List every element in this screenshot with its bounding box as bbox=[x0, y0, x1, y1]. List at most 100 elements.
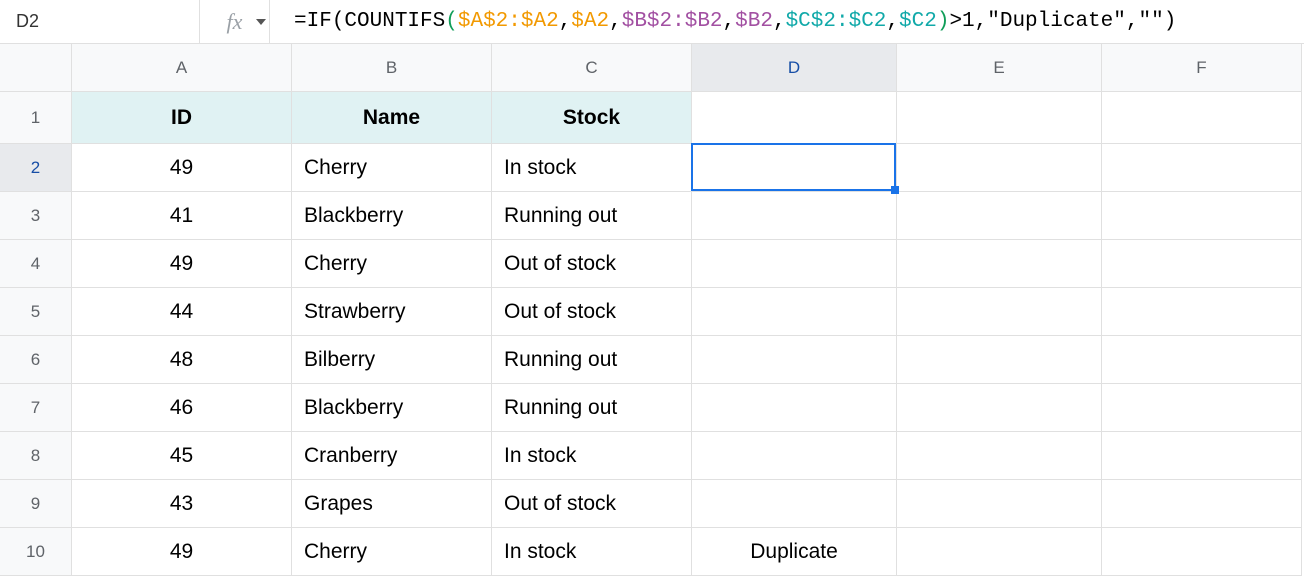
cell-E8[interactable] bbox=[897, 432, 1102, 480]
row-header-8[interactable]: 8 bbox=[0, 432, 72, 480]
column-header-A[interactable]: A bbox=[72, 44, 292, 92]
cell-E4[interactable] bbox=[897, 240, 1102, 288]
fx-icon: fx bbox=[227, 9, 243, 35]
cell-A4[interactable]: 49 bbox=[72, 240, 292, 288]
row-header-4[interactable]: 4 bbox=[0, 240, 72, 288]
formula-token: , bbox=[723, 10, 736, 33]
formula-token: , bbox=[559, 10, 572, 33]
cell-F9[interactable] bbox=[1102, 480, 1302, 528]
formula-token: ( bbox=[332, 10, 345, 33]
cell-F6[interactable] bbox=[1102, 336, 1302, 384]
column-header-B[interactable]: B bbox=[292, 44, 492, 92]
row-header-10[interactable]: 10 bbox=[0, 528, 72, 576]
cell-B6[interactable]: Bilberry bbox=[292, 336, 492, 384]
cell-F7[interactable] bbox=[1102, 384, 1302, 432]
cell-C9[interactable]: Out of stock bbox=[492, 480, 692, 528]
row-header-1[interactable]: 1 bbox=[0, 92, 72, 144]
cell-E2[interactable] bbox=[897, 144, 1102, 192]
cell-F5[interactable] bbox=[1102, 288, 1302, 336]
cell-B10[interactable]: Cherry bbox=[292, 528, 492, 576]
cell-E7[interactable] bbox=[897, 384, 1102, 432]
formula-token: $A$2:$A2 bbox=[458, 10, 559, 33]
fx-label-container: fx bbox=[200, 0, 270, 43]
cell-C5[interactable]: Out of stock bbox=[492, 288, 692, 336]
row-header-5[interactable]: 5 bbox=[0, 288, 72, 336]
cell-D8[interactable] bbox=[692, 432, 897, 480]
cell-B9[interactable]: Grapes bbox=[292, 480, 492, 528]
cell-E5[interactable] bbox=[897, 288, 1102, 336]
cell-D4[interactable] bbox=[692, 240, 897, 288]
row-header-7[interactable]: 7 bbox=[0, 384, 72, 432]
cell-C7[interactable]: Running out bbox=[492, 384, 692, 432]
cell-D10[interactable]: Duplicate bbox=[692, 528, 897, 576]
cell-A3[interactable]: 41 bbox=[72, 192, 292, 240]
formula-token: ) bbox=[937, 10, 950, 33]
formula-token: , bbox=[609, 10, 622, 33]
cell-D6[interactable] bbox=[692, 336, 897, 384]
select-all-corner[interactable] bbox=[0, 44, 72, 92]
cell-F3[interactable] bbox=[1102, 192, 1302, 240]
cell-B5[interactable]: Strawberry bbox=[292, 288, 492, 336]
cell-D5[interactable] bbox=[692, 288, 897, 336]
column-header-D[interactable]: D bbox=[692, 44, 897, 92]
row-header-6[interactable]: 6 bbox=[0, 336, 72, 384]
cell-A1[interactable]: ID bbox=[72, 92, 292, 144]
cell-E6[interactable] bbox=[897, 336, 1102, 384]
cell-E9[interactable] bbox=[897, 480, 1102, 528]
cell-A8[interactable]: 45 bbox=[72, 432, 292, 480]
formula-token: $A2 bbox=[571, 10, 609, 33]
cell-B1[interactable]: Name bbox=[292, 92, 492, 144]
cell-D3[interactable] bbox=[692, 192, 897, 240]
cell-C6[interactable]: Running out bbox=[492, 336, 692, 384]
formula-bar: fx =IF(COUNTIFS($A$2:$A2,$A2,$B$2:$B2,$B… bbox=[0, 0, 1304, 44]
formula-token: $B2 bbox=[735, 10, 773, 33]
cell-D2[interactable] bbox=[692, 144, 897, 192]
formula-token: $C2 bbox=[899, 10, 937, 33]
spreadsheet-grid: ABCDEF 1IDNameStock249CherryIn stock341B… bbox=[0, 44, 1304, 576]
cell-F2[interactable] bbox=[1102, 144, 1302, 192]
cell-B3[interactable]: Blackberry bbox=[292, 192, 492, 240]
cell-D7[interactable] bbox=[692, 384, 897, 432]
cell-A7[interactable]: 46 bbox=[72, 384, 292, 432]
cell-F4[interactable] bbox=[1102, 240, 1302, 288]
formula-token: , bbox=[773, 10, 786, 33]
formula-token: >1,"Duplicate","" bbox=[949, 10, 1163, 33]
name-box-container[interactable] bbox=[0, 0, 200, 43]
cell-C8[interactable]: In stock bbox=[492, 432, 692, 480]
column-header-E[interactable]: E bbox=[897, 44, 1102, 92]
cell-D1[interactable] bbox=[692, 92, 897, 144]
cell-C4[interactable]: Out of stock bbox=[492, 240, 692, 288]
column-header-F[interactable]: F bbox=[1102, 44, 1302, 92]
formula-token: =IF bbox=[294, 10, 332, 33]
cell-D9[interactable] bbox=[692, 480, 897, 528]
cell-A6[interactable]: 48 bbox=[72, 336, 292, 384]
cell-F8[interactable] bbox=[1102, 432, 1302, 480]
cell-B2[interactable]: Cherry bbox=[292, 144, 492, 192]
cell-C2[interactable]: In stock bbox=[492, 144, 692, 192]
cell-C3[interactable]: Running out bbox=[492, 192, 692, 240]
cell-E10[interactable] bbox=[897, 528, 1102, 576]
cell-C10[interactable]: In stock bbox=[492, 528, 692, 576]
formula-token: $B$2:$B2 bbox=[622, 10, 723, 33]
cell-E3[interactable] bbox=[897, 192, 1102, 240]
cell-C1[interactable]: Stock bbox=[492, 92, 692, 144]
cell-F1[interactable] bbox=[1102, 92, 1302, 144]
formula-token: , bbox=[886, 10, 899, 33]
cell-E1[interactable] bbox=[897, 92, 1102, 144]
cell-B7[interactable]: Blackberry bbox=[292, 384, 492, 432]
cell-A9[interactable]: 43 bbox=[72, 480, 292, 528]
formula-token: COUNTIFS bbox=[344, 10, 445, 33]
column-header-C[interactable]: C bbox=[492, 44, 692, 92]
cell-A2[interactable]: 49 bbox=[72, 144, 292, 192]
row-header-2[interactable]: 2 bbox=[0, 144, 72, 192]
cell-F10[interactable] bbox=[1102, 528, 1302, 576]
row-header-9[interactable]: 9 bbox=[0, 480, 72, 528]
cell-B4[interactable]: Cherry bbox=[292, 240, 492, 288]
cell-A10[interactable]: 49 bbox=[72, 528, 292, 576]
cell-A5[interactable]: 44 bbox=[72, 288, 292, 336]
formula-token: ) bbox=[1164, 10, 1177, 33]
formula-input[interactable]: =IF(COUNTIFS($A$2:$A2,$A2,$B$2:$B2,$B2,$… bbox=[270, 0, 1304, 43]
row-header-3[interactable]: 3 bbox=[0, 192, 72, 240]
column-headers: ABCDEF bbox=[72, 44, 1302, 92]
cell-B8[interactable]: Cranberry bbox=[292, 432, 492, 480]
